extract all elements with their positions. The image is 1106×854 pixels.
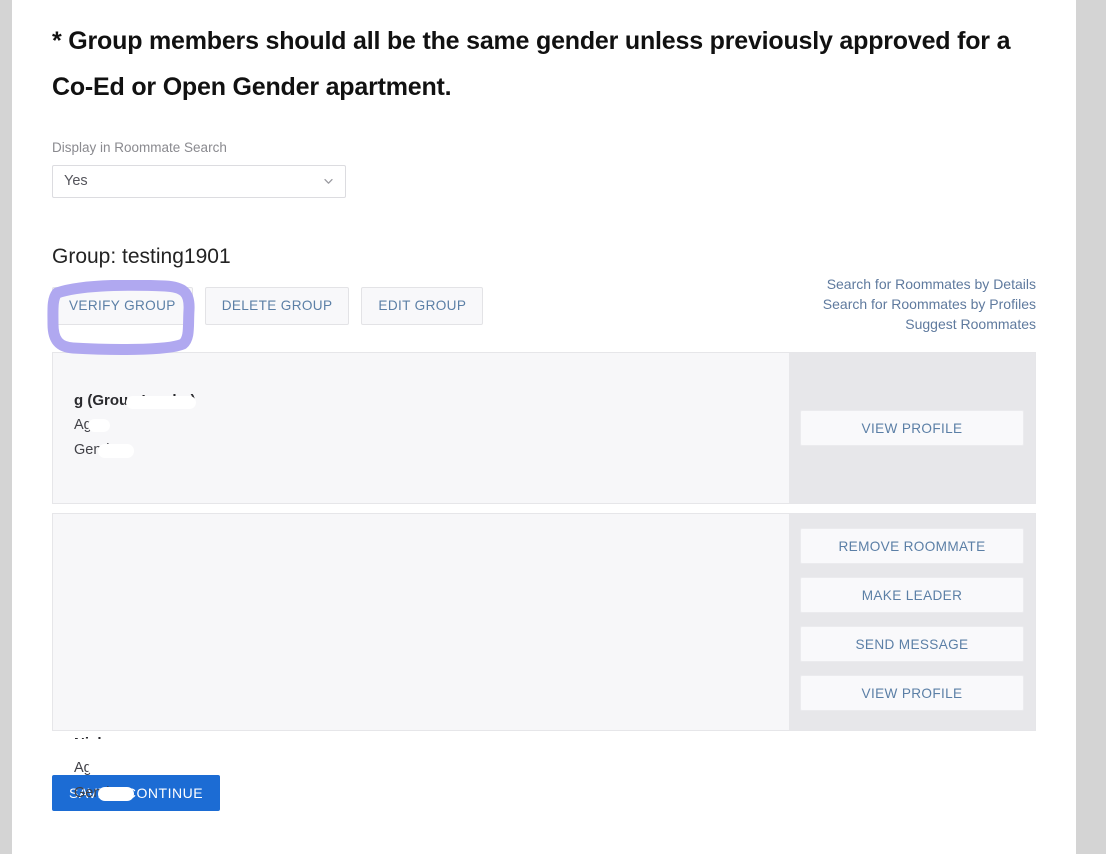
group-action-buttons: VERIFY GROUP DELETE GROUP EDIT GROUP <box>52 287 484 325</box>
make-leader-button[interactable]: MAKE LEADER <box>800 577 1024 613</box>
redaction-block <box>87 418 110 432</box>
display-in-roommate-search-label: Display in Roommate Search <box>52 140 227 155</box>
member-age: Age: <box>74 413 196 438</box>
member-card: g (Group Leader) Age: Gender: VIEW PROFI… <box>52 352 1036 504</box>
member-details: Nick Age: Gender: <box>12 514 789 802</box>
delete-group-button[interactable]: DELETE GROUP <box>204 287 350 325</box>
member-gender: Gender: <box>74 438 196 463</box>
group-members-list: g (Group Leader) Age: Gender: VIEW PROFI… <box>12 352 1036 802</box>
view-profile-button[interactable]: VIEW PROFILE <box>800 410 1024 446</box>
redaction-block <box>98 444 135 459</box>
send-message-button[interactable]: SEND MESSAGE <box>800 626 1024 662</box>
group-actions-row: VERIFY GROUP DELETE GROUP EDIT GROUP Sea… <box>52 276 1036 345</box>
content-column: * Group members should all be the same g… <box>12 0 1036 811</box>
search-roommates-by-details-link[interactable]: Search for Roommates by Details <box>823 274 1036 294</box>
member-card: Nick Age: Gender: REMOVE ROOMMATE MAKE L… <box>12 513 1036 802</box>
gender-policy-notice: * Group members should all be the same g… <box>52 27 1011 101</box>
display-in-roommate-search-select[interactable]: Yes <box>52 165 346 198</box>
roommate-search-links: Search for Roommates by Details Search f… <box>823 274 1036 334</box>
member-age: Age: <box>74 756 134 781</box>
page-content: * Group members should all be the same g… <box>12 0 1076 854</box>
member-gender: Gender: <box>74 781 135 806</box>
redaction-block <box>125 395 196 409</box>
member-name: g (Group Leader) <box>74 389 196 413</box>
display-in-roommate-search-field: Display in Roommate Search Yes <box>52 140 1036 198</box>
search-roommates-by-profiles-link[interactable]: Search for Roommates by Profiles <box>823 294 1036 314</box>
verify-group-button[interactable]: VERIFY GROUP <box>52 287 193 325</box>
remove-roommate-button[interactable]: REMOVE ROOMMATE <box>800 528 1024 564</box>
display-in-roommate-search-value: Yes <box>64 173 88 189</box>
chevron-down-icon <box>324 177 333 186</box>
view-profile-button[interactable]: VIEW PROFILE <box>800 675 1024 711</box>
redaction-block <box>12 739 128 754</box>
redaction-block <box>87 761 110 775</box>
edit-group-button[interactable]: EDIT GROUP <box>361 287 484 325</box>
member-name: Nick <box>12 732 134 756</box>
member-details: g (Group Leader) Age: Gender: <box>53 353 789 503</box>
redaction-block <box>98 787 135 802</box>
member-actions: REMOVE ROOMMATE MAKE LEADER SEND MESSAGE… <box>789 514 1035 730</box>
suggest-roommates-link[interactable]: Suggest Roommates <box>823 314 1036 334</box>
member-actions: VIEW PROFILE <box>789 353 1035 503</box>
group-title: Group: testing1901 <box>52 245 231 268</box>
